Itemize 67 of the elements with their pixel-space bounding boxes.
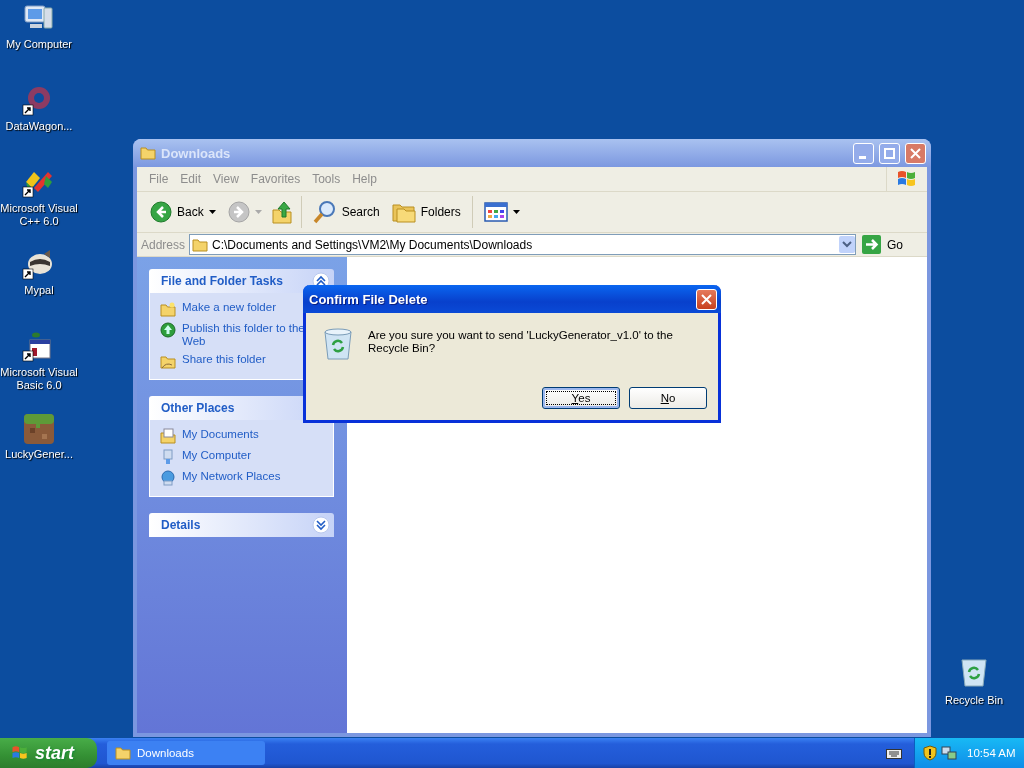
maximize-icon: [884, 147, 895, 159]
documents-icon: [160, 428, 176, 444]
caret-icon: [208, 210, 216, 214]
minimize-icon: [858, 155, 866, 159]
caret-icon: [512, 210, 520, 214]
keyboard-icon[interactable]: [886, 747, 902, 759]
clock: 10:54 AM: [967, 747, 1016, 759]
folders-icon: [391, 201, 416, 223]
panel-title: Details: [161, 518, 201, 532]
folders-button[interactable]: Folders: [388, 199, 464, 225]
close-icon: [910, 147, 921, 159]
icon-label: LuckyGener...: [5, 448, 73, 461]
dialog-button[interactable]: Yes: [542, 387, 620, 409]
menu-item[interactable]: Help: [348, 172, 385, 186]
task-link[interactable]: My Computer: [182, 449, 252, 462]
icon-label: My Computer: [6, 38, 72, 51]
dropdown-icon[interactable]: [839, 236, 855, 253]
panel-title: File and Folder Tasks: [161, 274, 283, 288]
up-folder-icon[interactable]: [270, 200, 293, 224]
icon-label: Mypal: [24, 284, 54, 297]
close-button[interactable]: [696, 288, 717, 310]
task-link[interactable]: Make a new folder: [182, 301, 276, 314]
address-field[interactable]: C:\Documents and Settings\VM2\My Documents\Downloads: [189, 234, 856, 255]
close-icon: [701, 293, 712, 305]
icon-label: Microsoft Visual C++ 6.0: [0, 202, 78, 228]
task-link[interactable]: My Network Places: [182, 470, 281, 483]
block-icon[interactable]: [22, 412, 56, 444]
magnifier-icon: [312, 200, 337, 224]
folder-icon: [115, 746, 131, 760]
dialog-message: Are you sure you want to send 'LuckyGenerator_v1.0' to the Recycle Bin?: [368, 328, 674, 356]
address-label: Address: [141, 237, 186, 252]
folder-icon: [140, 146, 156, 160]
folder-icon: [192, 237, 209, 252]
arrow-icon: [862, 235, 881, 254]
recycle-bin-icon[interactable]: [959, 656, 989, 688]
folder-icon: [160, 301, 176, 317]
icon-label: DataWagon...: [5, 120, 73, 133]
dialog-button[interactable]: No: [629, 387, 707, 409]
icon-label: Microsoft Visual Basic 6.0: [0, 366, 78, 392]
network-icon: [160, 470, 176, 486]
panel-title: Other Places: [161, 401, 235, 415]
recycle-bin-icon: [322, 327, 354, 361]
taskbar-button[interactable]: Downloads: [107, 741, 265, 765]
search-button[interactable]: Search: [309, 198, 383, 226]
menu-item[interactable]: View: [209, 172, 247, 186]
icon-label: Recycle Bin: [944, 694, 1004, 707]
caret-icon: [254, 210, 262, 214]
shield-icon[interactable]: [923, 745, 937, 761]
menu-item[interactable]: Edit: [176, 172, 210, 186]
task-link[interactable]: Share this folder: [182, 353, 266, 366]
start-button[interactable]: start: [0, 738, 97, 768]
window-title: Downloads: [161, 145, 232, 161]
network-icon[interactable]: [941, 745, 957, 761]
globe-icon: [160, 322, 176, 338]
folder-icon: [160, 353, 176, 369]
back-button[interactable]: Back: [147, 199, 219, 225]
computer-icon: [160, 449, 176, 465]
views-icon: [483, 202, 508, 222]
menu-item[interactable]: Tools: [308, 172, 349, 186]
close-button[interactable]: [905, 142, 926, 164]
dialog-title: Confirm File Delete: [309, 291, 429, 307]
menu-item[interactable]: File: [145, 172, 177, 186]
windows-flag-icon: [10, 744, 30, 762]
go-button[interactable]: Go: [860, 235, 923, 254]
task-link[interactable]: My Documents: [182, 428, 259, 441]
expand-icon[interactable]: [312, 516, 330, 534]
menu-item[interactable]: Favorites: [246, 172, 309, 186]
